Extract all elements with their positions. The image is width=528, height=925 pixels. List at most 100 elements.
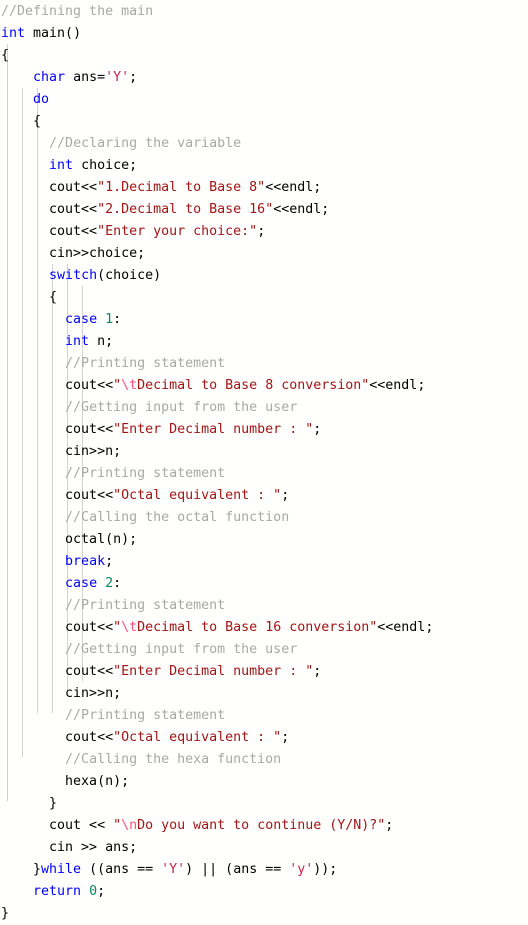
token-plain: cout<< [1,378,114,393]
token-string: "Octal equivalent : " [113,488,282,503]
code-line[interactable]: cout<<"Enter your choice:"; [0,221,528,243]
code-line[interactable]: cout<<"\tDecimal to Base 8 conversion"<<… [0,375,528,397]
token-plain: hexa(n); [1,774,130,789]
token-plain: ; [97,884,106,899]
token-keyword: do [33,92,50,107]
token-plain: )); [313,862,338,877]
code-line[interactable]: //Getting input from the user [0,639,528,661]
token-plain: cin >> ans; [1,840,138,855]
code-line[interactable]: hexa(n); [0,771,528,793]
code-line[interactable]: cout<<"Enter Decimal number : "; [0,419,528,441]
code-line[interactable]: case 1: [0,309,528,331]
token-plain: cin>>choice; [1,246,146,261]
token-string: Do you want to continue (Y/N)?" [137,818,386,833]
token-plain: ; [281,730,290,745]
code-line[interactable]: char ans='Y'; [0,67,528,89]
token-comment: //Printing statement [65,466,226,481]
code-line[interactable]: switch(choice) [0,265,528,287]
code-line[interactable]: cin>>choice; [0,243,528,265]
token-string: "Enter your choice:" [97,224,258,239]
code-line[interactable]: cin>>n; [0,683,528,705]
code-line[interactable]: int n; [0,331,528,353]
code-line[interactable]: } [0,903,528,925]
token-keyword: while [41,862,82,877]
code-line[interactable]: int main() [0,23,528,45]
token-plain: { [1,114,42,129]
code-line[interactable]: //Printing statement [0,463,528,485]
code-line[interactable]: //Printing statement [0,705,528,727]
token-plain: ; [281,488,290,503]
token-plain: { [1,290,58,305]
code-line[interactable]: cout << "\nDo you want to continue (Y/N)… [0,815,528,837]
token-char_literal: 'Y' [161,862,186,877]
code-line[interactable]: cin>>n; [0,441,528,463]
code-line[interactable]: int choice; [0,155,528,177]
token-comment: //Getting input from the user [65,642,298,657]
token-plain: cout << [1,818,114,833]
token-char_literal: 'Y' [105,70,130,85]
code-line[interactable]: break; [0,551,528,573]
token-plain: : [113,576,122,591]
token-keyword: int [65,334,90,349]
code-line-container[interactable]: //Defining the main int main() { char ans=… [0,1,528,925]
code-line[interactable]: cout<<"\tDecimal to Base 16 conversion"<… [0,617,528,639]
token-plain: <<endl; [377,620,434,635]
code-line[interactable]: cout<<"Octal equivalent : "; [0,727,528,749]
token-keyword: switch [49,268,98,283]
token-plain: cin>>n; [1,686,122,701]
code-line[interactable]: cout<<"Octal equivalent : "; [0,485,528,507]
token-plain: <<endl; [265,180,322,195]
code-line[interactable]: //Declaring the variable [0,133,528,155]
token-comment: //Defining the main [1,4,154,19]
code-line[interactable]: cout<<"2.Decimal to Base 16"<<endl; [0,199,528,221]
token-plain: cout<< [1,488,114,503]
code-line[interactable]: { [0,45,528,67]
token-string: "Octal equivalent : " [113,730,282,745]
token-number: 2 [105,576,114,591]
code-line[interactable]: //Printing statement [0,595,528,617]
token-plain: ; [313,664,322,679]
token-comment: //Declaring the variable [49,136,242,151]
token-plain: ; [105,554,114,569]
code-line[interactable]: //Getting input from the user [0,397,528,419]
token-string: "2.Decimal to Base 16" [97,202,274,217]
token-string: Decimal to Base 8 conversion" [137,378,370,393]
code-line[interactable]: do [0,89,528,111]
code-line[interactable]: octal(n); [0,529,528,551]
code-line[interactable]: { [0,111,528,133]
code-editor[interactable]: //Defining the main int main() { char ans=… [0,0,528,921]
token-plain: <<endl; [369,378,426,393]
token-escape: \n [121,818,138,833]
code-line[interactable]: case 2: [0,573,528,595]
code-line[interactable]: } [0,793,528,815]
token-plain: ; [257,224,266,239]
code-line[interactable]: cout<<"Enter Decimal number : "; [0,661,528,683]
code-line[interactable]: { [0,287,528,309]
code-line[interactable]: cin >> ans; [0,837,528,859]
code-line[interactable]: //Calling the octal function [0,507,528,529]
token-plain: cin>>n; [1,444,122,459]
code-line[interactable]: //Printing statement [0,353,528,375]
code-line[interactable]: //Calling the hexa function [0,749,528,771]
token-plain: cout<< [1,202,98,217]
code-line[interactable]: //Defining the main [0,1,528,23]
token-comment: //Calling the octal function [65,510,290,525]
token-string: " [113,818,122,833]
code-line[interactable]: return 0; [0,881,528,903]
token-keyword: char [33,70,66,85]
token-plain: <<endl; [273,202,330,217]
token-string: Decimal to Base 16 conversion" [137,620,378,635]
code-line[interactable]: }while ((ans == 'Y') || (ans == 'y')); [0,859,528,881]
token-string: "Enter Decimal number : " [113,664,314,679]
token-comment: //Calling the hexa function [65,752,282,767]
token-keyword: case [65,576,98,591]
code-line[interactable]: cout<<"1.Decimal to Base 8"<<endl; [0,177,528,199]
